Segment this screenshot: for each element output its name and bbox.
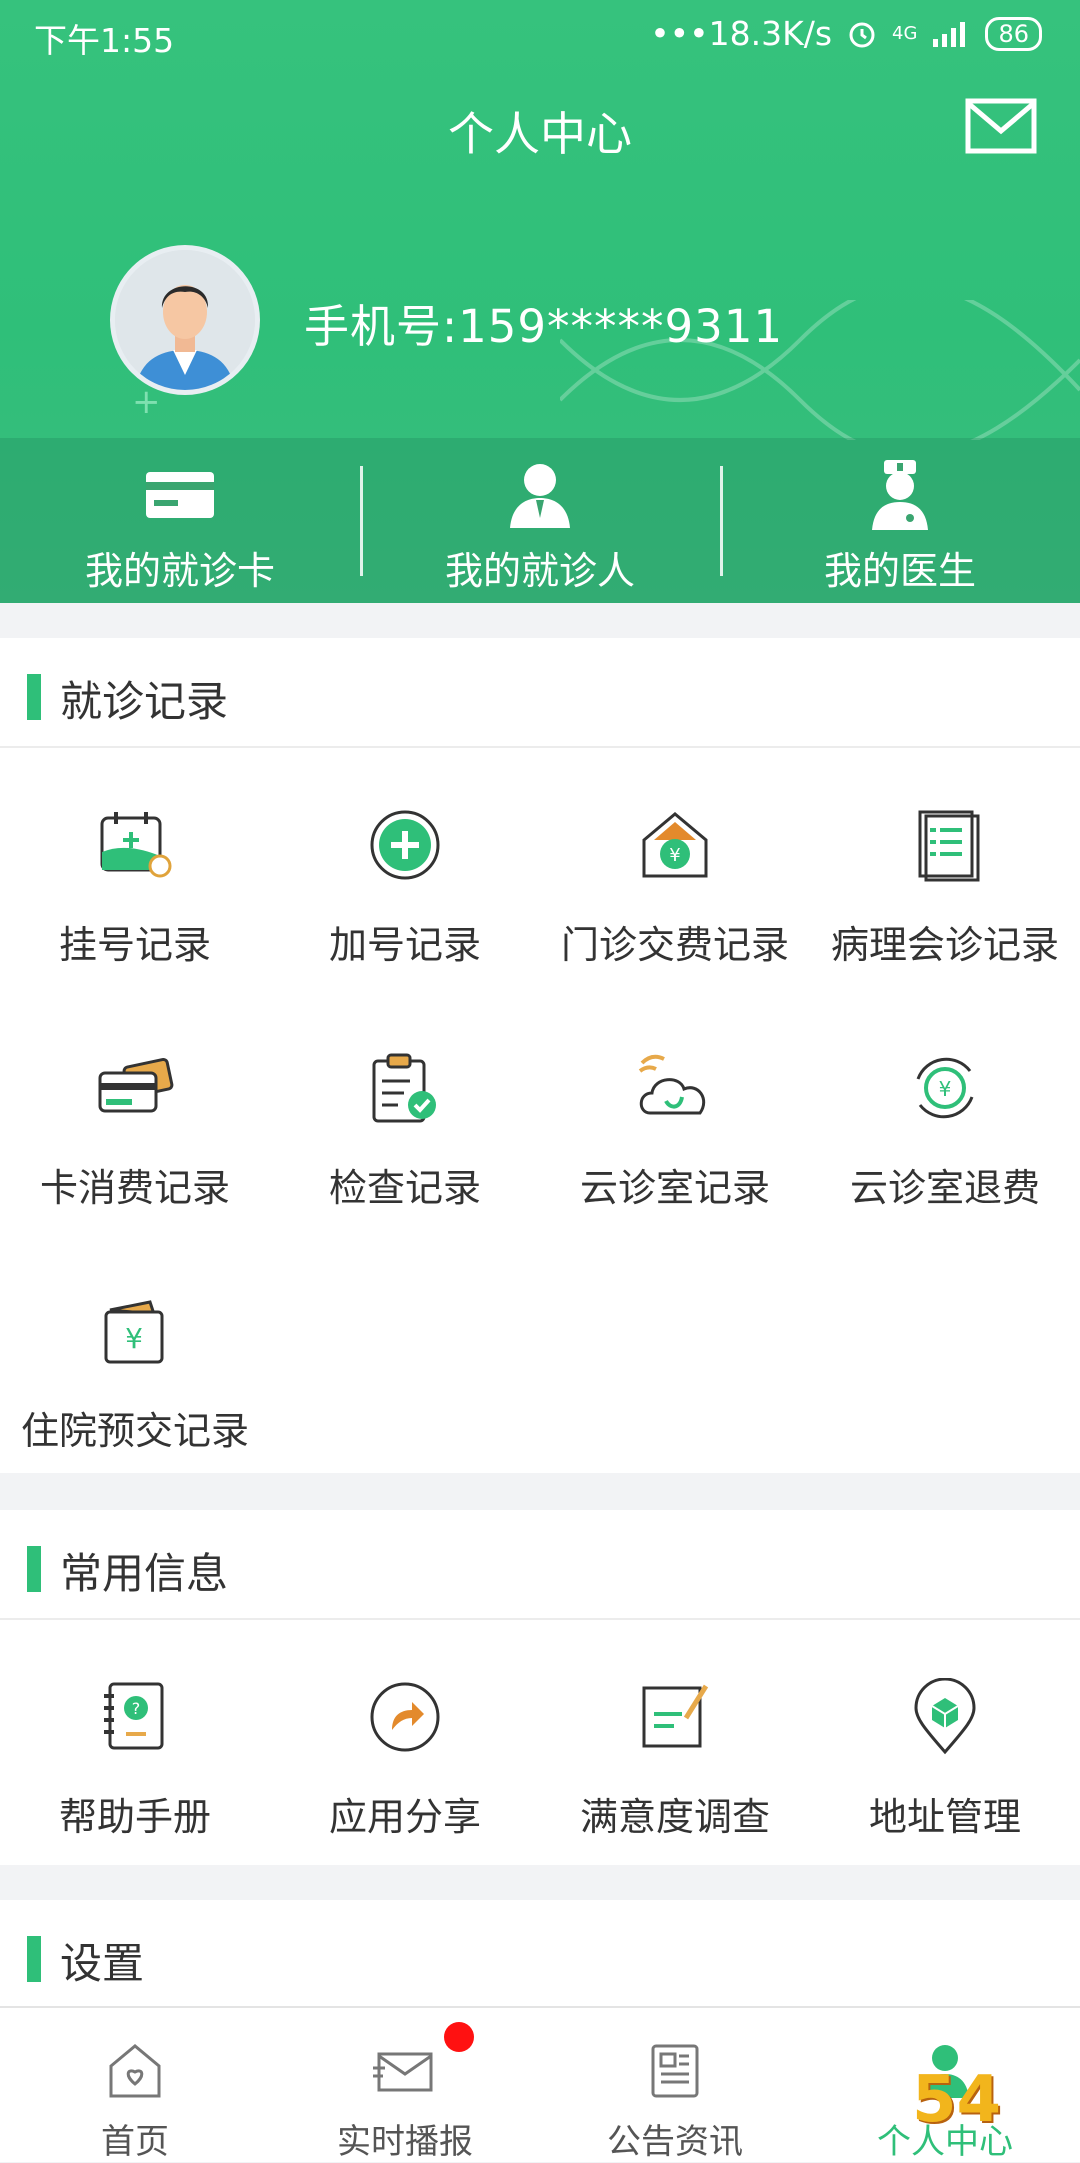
- tab-label: 首页: [101, 2122, 169, 2162]
- section-header: 常用信息: [0, 1510, 1080, 1620]
- common-label: 应用分享: [328, 1795, 481, 1839]
- tab-label: 实时播报: [337, 2122, 473, 2162]
- section-header: 设置: [0, 1900, 1080, 2008]
- common-label: 地址管理: [868, 1795, 1021, 1839]
- shortcut-label: 我的医生: [823, 549, 976, 593]
- help-book-icon: ?: [104, 1682, 164, 1750]
- calendar-plus-icon: [100, 812, 172, 878]
- card-icon: [146, 472, 214, 518]
- record-item-cloud-refund[interactable]: ¥ 云诊室退费: [810, 991, 1080, 1234]
- cards-icon: [98, 1057, 174, 1113]
- record-label: 云诊室退费: [849, 1166, 1040, 1210]
- plus-circle-icon: [370, 810, 440, 880]
- shortcut-label: 我的就诊人: [444, 549, 635, 593]
- doctor-icon: [872, 460, 928, 530]
- signal-label: 4G: [892, 23, 918, 44]
- page-title: 个人中心: [448, 107, 632, 161]
- signal-icon: [933, 21, 966, 47]
- section-title: 常用信息: [60, 1549, 229, 1598]
- record-item-extra-number[interactable]: 加号记录: [270, 748, 540, 991]
- record-item-pathology[interactable]: 病理会诊记录: [810, 748, 1080, 991]
- location-icon: [914, 1677, 976, 1755]
- phone-number: 手机号:159*****9311: [304, 300, 784, 353]
- common-label: 帮助手册: [58, 1795, 211, 1839]
- svg-text:¥: ¥: [939, 1077, 952, 1101]
- cloud-stethoscope-icon: [638, 1054, 706, 1115]
- record-item-outpatient-fee[interactable]: ¥ 门诊交费记录: [540, 748, 810, 991]
- section-accent: [27, 674, 41, 720]
- yen-house-icon: ¥: [642, 812, 708, 878]
- records-section: 就诊记录 挂号记录 加号记录 ¥ 门诊交费记录 病理会诊记录 卡消费记录 检查记…: [0, 638, 1080, 1473]
- document-list-icon: [918, 810, 980, 882]
- record-item-card-spend[interactable]: 卡消费记录: [0, 991, 270, 1234]
- patient-icon: [510, 464, 570, 528]
- section-accent: [27, 1936, 41, 1982]
- shortcut-my-doctor[interactable]: 我的医生: [720, 438, 1080, 603]
- status-bar: 下午1:55 •••18.3K/s 4G 86: [0, 0, 1080, 66]
- common-info-section: 常用信息 ? 帮助手册 应用分享 满意度调查 地址管理: [0, 1510, 1080, 1865]
- record-label: 卡消费记录: [39, 1166, 230, 1210]
- alarm-icon: [849, 22, 875, 47]
- record-item-cloud-clinic[interactable]: 云诊室记录: [540, 991, 810, 1234]
- shortcut-my-card[interactable]: 我的就诊卡: [0, 438, 360, 603]
- section-header: 就诊记录: [0, 638, 1080, 748]
- section-title: 设置: [60, 1939, 145, 1988]
- record-label: 云诊室记录: [579, 1166, 770, 1210]
- broadcast-icon: [373, 2052, 433, 2092]
- record-label: 检查记录: [328, 1166, 481, 1210]
- settings-section[interactable]: 设置: [0, 1900, 1080, 2006]
- common-item-share[interactable]: 应用分享: [270, 1620, 540, 1863]
- battery-indicator: 86: [985, 16, 1042, 51]
- record-label: 加号记录: [328, 923, 481, 967]
- common-item-address[interactable]: 地址管理: [810, 1620, 1080, 1863]
- common-label: 满意度调查: [579, 1795, 770, 1839]
- mail-icon[interactable]: [965, 98, 1037, 154]
- shortcut-bar: 我的就诊卡 我的就诊人 我的医生: [0, 438, 1080, 603]
- tab-label: 公告资讯: [607, 2122, 743, 2162]
- record-label: 挂号记录: [58, 923, 211, 967]
- network-speed: •••18.3K/s: [650, 14, 833, 53]
- svg-text:?: ?: [132, 1699, 141, 1718]
- record-item-registration[interactable]: 挂号记录: [0, 748, 270, 991]
- common-item-help[interactable]: ? 帮助手册: [0, 1620, 270, 1863]
- clipboard-check-icon: [372, 1053, 436, 1123]
- section-title: 就诊记录: [60, 677, 229, 726]
- plus-decoration-icon: +: [132, 382, 161, 422]
- record-label: 病理会诊记录: [830, 923, 1059, 967]
- site-watermark: 54: [912, 2063, 1002, 2137]
- record-label: 门诊交费记录: [560, 923, 789, 967]
- tab-home[interactable]: 首页: [0, 2008, 270, 2162]
- record-item-examination[interactable]: 检查记录: [270, 991, 540, 1234]
- record-label: 住院预交记录: [20, 1409, 249, 1453]
- survey-icon: [642, 1684, 709, 1748]
- user-avatar-icon: [115, 250, 255, 390]
- shortcut-label: 我的就诊卡: [84, 549, 275, 593]
- tab-news[interactable]: 公告资讯: [540, 2008, 810, 2162]
- share-icon: [370, 1682, 440, 1752]
- common-item-survey[interactable]: 满意度调查: [540, 1620, 810, 1863]
- record-item-inpatient-deposit[interactable]: ¥ 住院预交记录: [0, 1234, 270, 1477]
- yen-refresh-icon: ¥: [916, 1057, 974, 1119]
- svg-text:¥: ¥: [669, 845, 680, 866]
- profile-header: 下午1:55 •••18.3K/s 4G 86 个人中心 手机号:159****…: [0, 0, 1080, 603]
- tab-broadcast[interactable]: 实时播报: [270, 2008, 540, 2162]
- status-time: 下午1:55: [34, 21, 175, 60]
- svg-text:¥: ¥: [125, 1322, 143, 1355]
- news-icon: [651, 2044, 699, 2098]
- yen-wallet-icon: ¥: [104, 1300, 164, 1364]
- home-icon: [109, 2044, 161, 2098]
- avatar[interactable]: [110, 245, 260, 395]
- shortcut-my-patient[interactable]: 我的就诊人: [360, 438, 720, 603]
- section-accent: [27, 1546, 41, 1592]
- notification-dot: [444, 2022, 474, 2052]
